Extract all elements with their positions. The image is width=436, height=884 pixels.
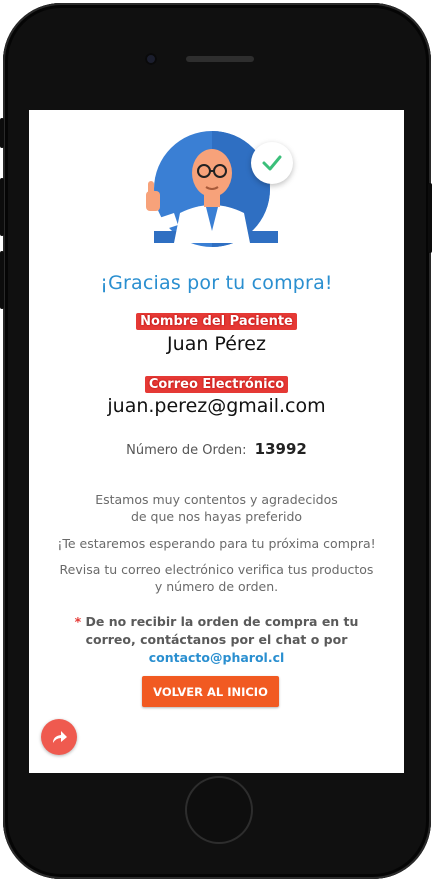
check-email-line-1: Revisa tu correo electrónico verifica tu… <box>59 562 374 577</box>
contact-note: * De no recibir la orden de compra en tu… <box>49 613 384 667</box>
patient-name-label: Nombre del Paciente <box>136 313 297 330</box>
contact-note-text: De no recibir la orden de compra en tu c… <box>85 614 359 647</box>
confirmation-screen: ¡Gracias por tu compra! Nombre del Pacie… <box>29 110 404 773</box>
front-camera <box>145 53 157 65</box>
back-home-button[interactable]: VOLVER AL INICIO <box>142 676 279 707</box>
patient-name-label-wrap: Nombre del Paciente <box>29 310 404 330</box>
email-label: Correo Electrónico <box>144 376 289 393</box>
share-button[interactable] <box>41 719 77 755</box>
volume-down-button <box>0 251 4 309</box>
email-value: juan.perez@gmail.com <box>107 395 326 417</box>
home-button[interactable] <box>187 778 251 842</box>
order-number-label: Número de Orden: <box>126 443 247 458</box>
contact-email-link[interactable]: contacto@pharol.cl <box>149 650 285 665</box>
thanks-message-line-1: Estamos muy contentos y agradecidos <box>95 492 338 507</box>
silent-switch <box>0 118 4 148</box>
thanks-message-line-2: de que nos hayas preferido <box>130 509 303 524</box>
earpiece-speaker <box>186 56 254 62</box>
volume-up-button <box>0 178 4 236</box>
power-button <box>428 183 432 253</box>
thank-you-title: ¡Gracias por tu compra! <box>100 272 333 294</box>
order-number: 13992 <box>254 440 307 458</box>
patient-name: Juan Pérez <box>167 333 266 355</box>
check-email-message: Revisa tu correo electrónico verifica tu… <box>29 561 404 595</box>
check-icon <box>251 142 293 184</box>
order-number-row: Número de Orden: 13992 <box>29 440 404 458</box>
thanks-message: Estamos muy contentos y agradecidos de q… <box>29 491 404 525</box>
required-star: * <box>74 614 82 629</box>
share-icon <box>53 731 67 743</box>
check-email-line-2: y número de orden. <box>154 579 279 594</box>
email-label-wrap: Correo Electrónico <box>29 373 404 393</box>
waiting-message: ¡Te estaremos esperando para tu próxima … <box>57 536 376 551</box>
